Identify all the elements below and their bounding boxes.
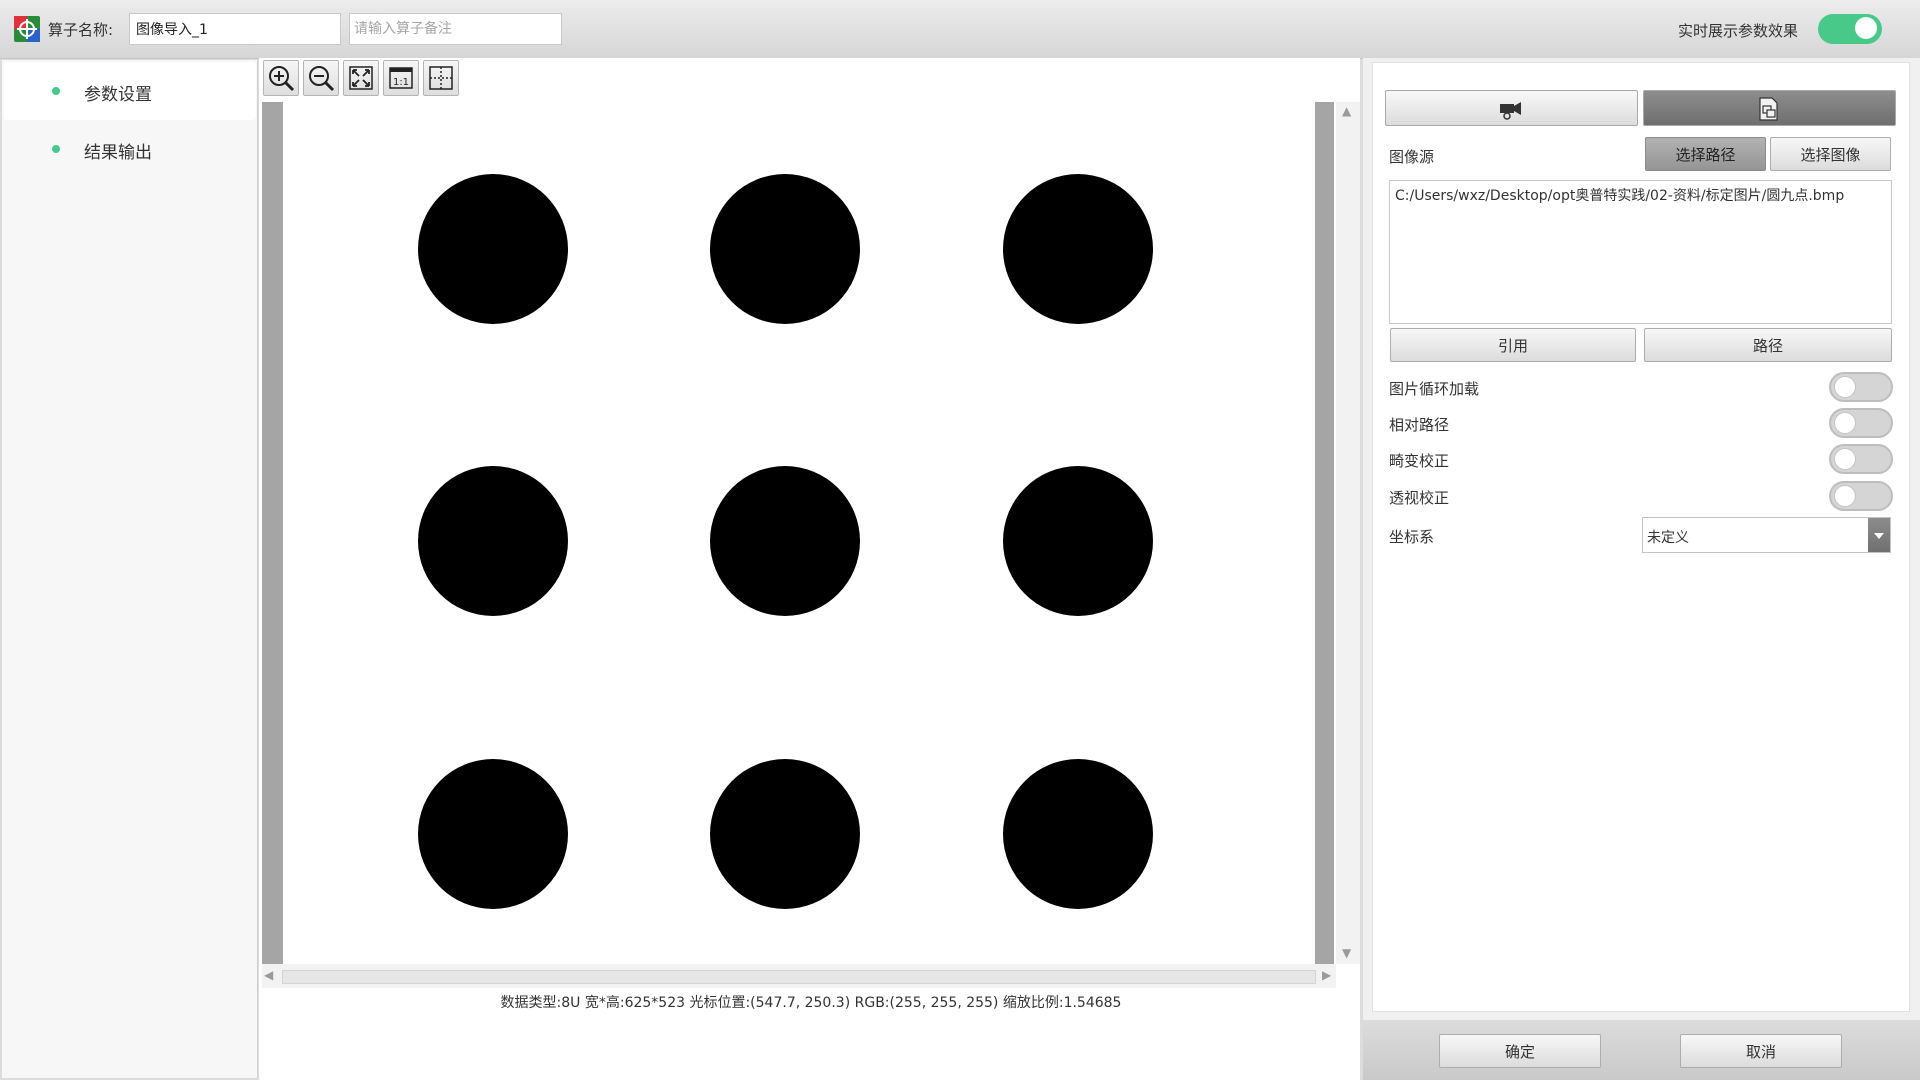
reference-button[interactable]: 引用 — [1390, 328, 1636, 362]
camera-icon — [1500, 102, 1521, 120]
camera-source-tab[interactable] — [1385, 90, 1638, 126]
sidebar-item-label: 参数设置 — [84, 85, 152, 105]
distortion-correction-toggle[interactable] — [1829, 444, 1893, 474]
crosshair-icon — [429, 66, 453, 90]
bullet-icon — [52, 87, 60, 95]
coordinate-system-value: 未定义 — [1647, 530, 1689, 546]
toggle-knob — [1834, 448, 1856, 470]
calibration-dot — [418, 174, 568, 324]
select-path-button[interactable]: 选择路径 — [1645, 137, 1766, 171]
calibration-dot — [418, 759, 568, 909]
file-source-tab[interactable] — [1643, 90, 1896, 126]
zoom-out-icon — [309, 66, 335, 92]
relative-path-toggle[interactable] — [1829, 408, 1893, 438]
perspective-correction-label: 透视校正 — [1389, 489, 1450, 507]
scroll-track[interactable] — [282, 970, 1316, 984]
realtime-preview-toggle[interactable] — [1818, 14, 1882, 44]
actual-size-text: 1:1 — [393, 77, 409, 88]
ok-button[interactable]: 确定 — [1439, 1034, 1601, 1068]
scroll-down-icon[interactable]: ▼ — [1342, 946, 1351, 960]
realtime-preview-label: 实时展示参数效果 — [1678, 22, 1799, 40]
image-source-label: 图像源 — [1389, 148, 1435, 166]
calibration-dot — [1003, 466, 1153, 616]
loop-load-label: 图片循环加载 — [1389, 380, 1480, 398]
zoom-in-button[interactable] — [263, 60, 299, 96]
coordinate-system-label: 坐标系 — [1389, 528, 1435, 546]
actual-size-button[interactable]: 1:1 — [383, 60, 419, 96]
image-canvas[interactable] — [283, 102, 1315, 964]
zoom-in-icon — [269, 66, 295, 92]
image-status-bar: 数据类型:8U 宽*高:625*523 光标位置:(547.7, 250.3) … — [500, 995, 1122, 1011]
operator-name-label: 算子名称: — [48, 21, 114, 39]
vertical-scrollbar[interactable]: ▲ ▼ — [1336, 102, 1360, 964]
toggle-knob — [1834, 485, 1856, 507]
select-image-button[interactable]: 选择图像 — [1770, 137, 1891, 171]
operator-note-input[interactable] — [349, 13, 562, 45]
chevron-down-icon[interactable] — [1868, 518, 1890, 552]
scroll-left-icon[interactable]: ◀ — [264, 968, 273, 982]
calibration-dot — [710, 466, 860, 616]
zoom-out-button[interactable] — [303, 60, 339, 96]
coordinate-system-select[interactable]: 未定义 — [1642, 517, 1891, 553]
operator-name-input[interactable] — [129, 13, 341, 45]
toggle-knob — [1834, 412, 1856, 434]
toggle-knob — [1855, 17, 1877, 39]
app-logo-icon — [14, 16, 40, 42]
fit-screen-icon — [349, 66, 373, 90]
cancel-button[interactable]: 取消 — [1680, 1034, 1842, 1068]
horizontal-scrollbar[interactable]: ◀ ▶ — [262, 964, 1336, 988]
image-path-textarea[interactable]: C:/Users/wxz/Desktop/opt奥普特实践/02-资料/标定图片… — [1389, 180, 1892, 324]
loop-load-toggle[interactable] — [1829, 372, 1893, 402]
crosshair-button[interactable] — [423, 60, 459, 96]
path-button[interactable]: 路径 — [1644, 328, 1892, 362]
calibration-dot — [418, 466, 568, 616]
sidebar-item-results[interactable]: 结果输出 — [4, 120, 256, 178]
file-image-icon — [1759, 97, 1778, 121]
calibration-dot — [1003, 174, 1153, 324]
calibration-dot — [710, 174, 860, 324]
bullet-icon — [52, 145, 60, 153]
relative-path-label: 相对路径 — [1389, 416, 1450, 434]
toggle-knob — [1834, 376, 1856, 398]
sidebar-item-label: 结果输出 — [84, 143, 152, 163]
scroll-right-icon[interactable]: ▶ — [1322, 968, 1331, 982]
calibration-dot — [1003, 759, 1153, 909]
sidebar: 参数设置 结果输出 — [2, 60, 258, 1078]
fit-screen-button[interactable] — [343, 60, 379, 96]
top-bar: 算子名称: 实时展示参数效果 — [0, 0, 1920, 59]
calibration-dot — [710, 759, 860, 909]
scroll-up-icon[interactable]: ▲ — [1342, 104, 1351, 118]
perspective-correction-toggle[interactable] — [1829, 481, 1893, 511]
sidebar-item-params[interactable]: 参数设置 — [4, 62, 256, 120]
distortion-correction-label: 畸变校正 — [1389, 452, 1450, 470]
actual-size-icon: 1:1 — [389, 67, 413, 89]
